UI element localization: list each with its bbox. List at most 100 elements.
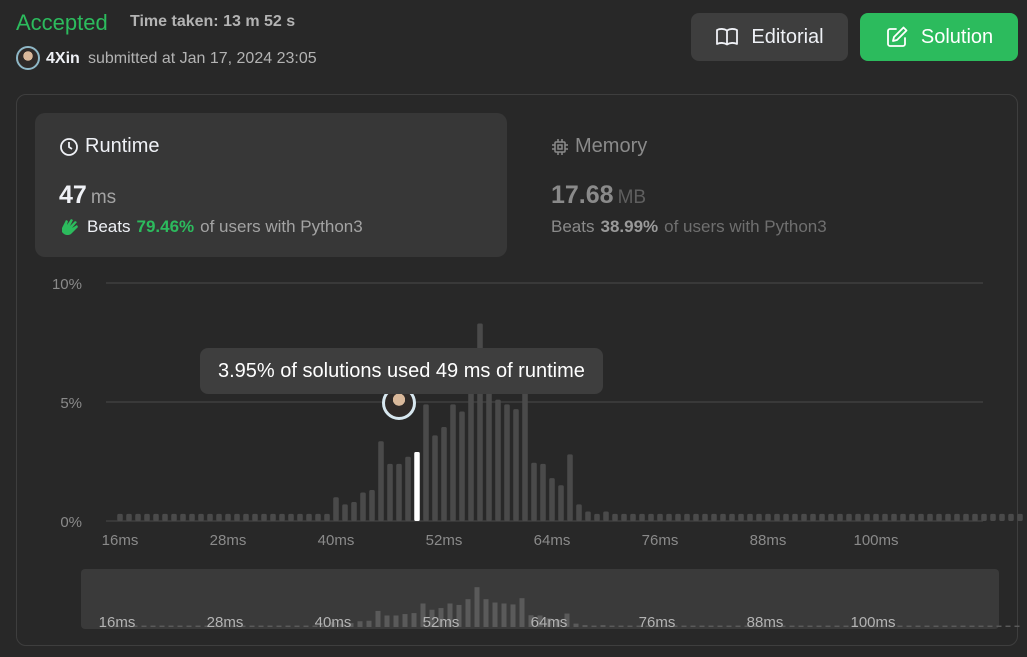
distribution-bar[interactable]	[675, 513, 681, 521]
distribution-bar[interactable]	[621, 513, 627, 521]
distribution-bar[interactable]	[270, 513, 276, 521]
memory-card[interactable]: Memory 17.68 MB Beats 38.99% of users wit…	[517, 113, 997, 257]
runtime-card[interactable]: Runtime 47 ms Beats 79.46% of users with …	[35, 113, 507, 257]
distribution-bar[interactable]	[504, 404, 510, 521]
distribution-bar[interactable]	[513, 409, 519, 521]
distribution-bar[interactable]	[342, 504, 348, 521]
distribution-bar[interactable]	[558, 485, 564, 521]
distribution-bar[interactable]	[801, 513, 807, 521]
distribution-bar[interactable]	[792, 513, 798, 521]
distribution-bar[interactable]	[324, 513, 330, 521]
user-avatar[interactable]	[16, 46, 40, 70]
distribution-bar[interactable]	[837, 513, 843, 521]
distribution-bar[interactable]	[117, 513, 123, 521]
distribution-bar[interactable]	[828, 513, 834, 521]
distribution-bar[interactable]	[846, 513, 852, 521]
distribution-bar[interactable]	[630, 513, 636, 521]
distribution-bar[interactable]	[432, 435, 438, 521]
distribution-bar[interactable]	[729, 513, 735, 521]
distribution-bar[interactable]	[243, 513, 249, 521]
distribution-bar[interactable]	[450, 404, 456, 521]
username-link[interactable]: 4Xin	[46, 50, 80, 68]
distribution-bar[interactable]	[387, 463, 393, 521]
distribution-bar[interactable]	[495, 399, 501, 521]
distribution-bar[interactable]	[612, 513, 618, 521]
distribution-bar[interactable]	[981, 513, 987, 521]
distribution-bar[interactable]	[567, 454, 573, 521]
distribution-bar[interactable]	[540, 463, 546, 521]
distribution-bar[interactable]	[765, 513, 771, 521]
distribution-bar[interactable]	[855, 513, 861, 521]
distribution-bar[interactable]	[603, 511, 609, 521]
distribution-bar[interactable]	[378, 441, 384, 521]
distribution-bar[interactable]	[351, 501, 357, 521]
distribution-bar[interactable]	[279, 513, 285, 521]
distribution-bar[interactable]	[297, 513, 303, 521]
distribution-bar[interactable]	[945, 513, 951, 521]
distribution-bar[interactable]	[162, 513, 168, 521]
distribution-bar[interactable]	[900, 513, 906, 521]
distribution-bar[interactable]	[153, 513, 159, 521]
distribution-bar[interactable]	[693, 513, 699, 521]
distribution-bar[interactable]	[864, 513, 870, 521]
distribution-bar[interactable]	[999, 513, 1005, 521]
distribution-bar[interactable]	[639, 513, 645, 521]
distribution-bar[interactable]	[576, 504, 582, 521]
distribution-bar[interactable]	[234, 513, 240, 521]
distribution-bar[interactable]	[459, 411, 465, 521]
distribution-bar[interactable]	[756, 513, 762, 521]
distribution-bar[interactable]	[225, 513, 231, 521]
distribution-bar[interactable]	[648, 513, 654, 521]
distribution-bar[interactable]	[369, 490, 375, 521]
distribution-bar[interactable]	[468, 382, 474, 521]
distribution-bar[interactable]	[396, 463, 402, 521]
distribution-bar[interactable]	[1017, 513, 1023, 521]
distribution-bar[interactable]	[207, 513, 213, 521]
distribution-bar[interactable]	[441, 426, 447, 521]
distribution-bar[interactable]	[189, 513, 195, 521]
distribution-bar[interactable]	[549, 478, 555, 521]
distribution-bar[interactable]	[819, 513, 825, 521]
distribution-bar[interactable]	[891, 513, 897, 521]
distribution-bar[interactable]	[909, 513, 915, 521]
distribution-bar[interactable]	[972, 513, 978, 521]
distribution-bar[interactable]	[135, 513, 141, 521]
distribution-bar[interactable]	[306, 513, 312, 521]
solution-button[interactable]: Solution	[860, 13, 1018, 61]
distribution-bar[interactable]	[585, 511, 591, 521]
distribution-bar[interactable]	[954, 513, 960, 521]
distribution-bar[interactable]	[918, 513, 924, 521]
distribution-bar[interactable]	[783, 513, 789, 521]
distribution-bar[interactable]	[684, 513, 690, 521]
distribution-bar[interactable]	[423, 404, 429, 521]
distribution-bar[interactable]	[702, 513, 708, 521]
distribution-bar[interactable]	[738, 513, 744, 521]
distribution-bar[interactable]	[126, 513, 132, 521]
distribution-bar[interactable]	[873, 513, 879, 521]
distribution-bar[interactable]	[144, 513, 150, 521]
distribution-bar[interactable]	[657, 513, 663, 521]
distribution-bar[interactable]	[720, 513, 726, 521]
distribution-bar[interactable]	[531, 462, 537, 521]
distribution-bar[interactable]	[666, 513, 672, 521]
highlighted-bar[interactable]	[414, 451, 420, 521]
distribution-bar[interactable]	[594, 513, 600, 521]
distribution-bar[interactable]	[990, 513, 996, 521]
distribution-bar[interactable]	[747, 513, 753, 521]
distribution-bar[interactable]	[405, 456, 411, 521]
distribution-bar[interactable]	[315, 513, 321, 521]
distribution-bar[interactable]	[522, 378, 528, 521]
distribution-bar[interactable]	[171, 513, 177, 521]
distribution-bar[interactable]	[711, 513, 717, 521]
distribution-bar[interactable]	[288, 513, 294, 521]
distribution-bar[interactable]	[252, 513, 258, 521]
editorial-button[interactable]: Editorial	[691, 13, 848, 61]
distribution-bar[interactable]	[216, 513, 222, 521]
distribution-bar[interactable]	[360, 492, 366, 521]
distribution-bar[interactable]	[882, 513, 888, 521]
distribution-bar[interactable]	[1008, 513, 1014, 521]
distribution-bar[interactable]	[810, 513, 816, 521]
distribution-bar[interactable]	[180, 513, 186, 521]
distribution-bar[interactable]	[774, 513, 780, 521]
distribution-bar[interactable]	[261, 513, 267, 521]
